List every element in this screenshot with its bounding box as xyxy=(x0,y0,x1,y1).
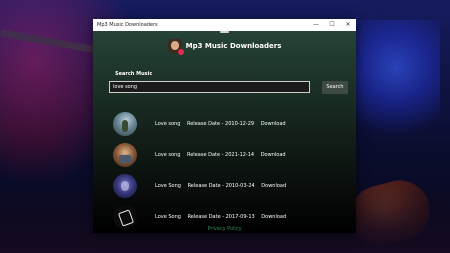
download-link[interactable]: Download xyxy=(261,214,286,220)
result-row[interactable]: Love Song Release Date - 2010-03-24 Down… xyxy=(113,173,291,199)
app-content: Mp3 Music Downloaders Search Music Searc… xyxy=(93,31,356,233)
search-label: Search Music xyxy=(115,71,153,77)
window-title: Mp3 Music Downloaders xyxy=(97,22,158,28)
close-button[interactable]: ✕ xyxy=(340,19,356,31)
minimize-button[interactable]: — xyxy=(308,19,324,31)
result-row[interactable]: Love song Release Date - 2010-12-29 Down… xyxy=(113,111,291,137)
download-link[interactable]: Download xyxy=(261,121,286,127)
song-meta: Love Song Release Date - 2010-03-24 Down… xyxy=(155,183,291,189)
drag-handle[interactable] xyxy=(220,31,229,33)
song-thumbnail[interactable] xyxy=(113,112,137,136)
search-button[interactable]: Search xyxy=(322,81,348,94)
song-title: Love Song xyxy=(155,183,181,189)
song-title: Love song xyxy=(155,121,181,127)
privacy-policy-link[interactable]: Privacy Policy xyxy=(93,226,356,232)
song-title: Love Song xyxy=(155,214,181,220)
search-input[interactable] xyxy=(109,81,310,93)
thumbnail-figure xyxy=(121,181,129,191)
song-meta: Love Song Release Date - 2017-09-13 Down… xyxy=(155,214,291,220)
song-thumbnail[interactable] xyxy=(113,174,137,198)
logo-badge xyxy=(177,49,184,55)
release-date: Release Date - 2010-03-24 xyxy=(187,183,255,189)
download-link[interactable]: Download xyxy=(261,183,286,189)
title-bar[interactable]: Mp3 Music Downloaders — ☐ ✕ xyxy=(93,19,356,31)
song-meta: Love song Release Date - 2010-12-29 Down… xyxy=(155,121,291,127)
app-window: Mp3 Music Downloaders — ☐ ✕ Mp3 Music Do… xyxy=(93,19,356,233)
thumbnail-figure xyxy=(117,209,135,227)
thumbnail-figure xyxy=(122,120,128,132)
release-date: Release Date - 2017-09-13 xyxy=(187,214,255,220)
download-link[interactable]: Download xyxy=(261,152,286,158)
logo-face xyxy=(170,41,179,50)
thumbnail-figure xyxy=(119,155,131,163)
app-logo-icon xyxy=(167,39,184,55)
result-row[interactable]: Love song Release Date - 2021-12-14 Down… xyxy=(113,142,291,168)
release-date: Release Date - 2021-12-14 xyxy=(186,152,255,158)
maximize-button[interactable]: ☐ xyxy=(324,19,340,31)
song-meta: Love song Release Date - 2021-12-14 Down… xyxy=(155,152,291,158)
song-title: Love song xyxy=(155,152,181,158)
song-thumbnail[interactable] xyxy=(113,143,137,167)
release-date: Release Date - 2010-12-29 xyxy=(186,121,255,127)
app-header: Mp3 Music Downloaders xyxy=(93,39,356,55)
app-title: Mp3 Music Downloaders xyxy=(185,42,282,50)
